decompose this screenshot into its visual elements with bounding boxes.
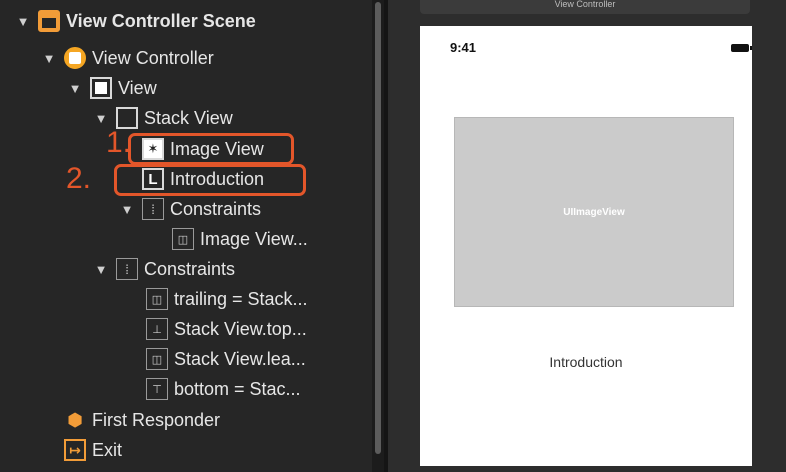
outline-row-label: View Controller bbox=[92, 48, 214, 68]
image-view-placeholder-text: UIImageView bbox=[563, 206, 625, 218]
scene-title: View Controller bbox=[554, 0, 616, 9]
outline-row-trailing-constraint[interactable]: ▼ ◫ trailing = Stack... bbox=[0, 284, 372, 314]
disclosure-triangle-icon[interactable]: ▼ bbox=[42, 51, 56, 66]
storyboard-canvas[interactable]: View Controller 9:41 UIImageView Introdu… bbox=[388, 0, 786, 472]
constraint-icon: ◫ bbox=[146, 288, 168, 310]
outline-row-view-controller-scene[interactable]: ▼ View Controller Scene bbox=[0, 6, 372, 36]
document-outline: ▼ View Controller Scene ▼ View Controlle… bbox=[0, 0, 372, 472]
disclosure-triangle-icon[interactable]: ▼ bbox=[120, 202, 134, 217]
outline-row-label: Constraints bbox=[170, 199, 262, 219]
constraints-icon: ⁞ bbox=[116, 258, 138, 280]
constraint-icon: ◫ bbox=[172, 228, 194, 250]
disclosure-triangle-icon[interactable]: ▼ bbox=[94, 111, 108, 126]
outline-row-first-responder[interactable]: ▼ ⬢ First Responder bbox=[0, 405, 372, 435]
outline-row-label: Stack View bbox=[144, 108, 233, 128]
annotation-number-2: 2. bbox=[66, 162, 92, 195]
disclosure-triangle-icon[interactable]: ▼ bbox=[68, 81, 82, 96]
view-controller-icon bbox=[64, 47, 86, 69]
view-icon bbox=[90, 77, 112, 99]
introduction-label[interactable]: Introduction bbox=[420, 354, 752, 370]
outline-row-view-controller[interactable]: ▼ View Controller bbox=[0, 43, 372, 73]
outline-row-label: Stack View.lea... bbox=[174, 349, 306, 369]
outline-row-label: First Responder bbox=[92, 410, 221, 430]
scene-icon bbox=[38, 10, 60, 32]
outline-row-label: Image View... bbox=[200, 229, 308, 249]
outline-row-label: Stack View.top... bbox=[174, 319, 307, 339]
battery-icon bbox=[731, 44, 752, 52]
outline-row-exit[interactable]: ▼ ↦ Exit bbox=[0, 435, 372, 465]
outline-row-view-constraints[interactable]: ▼ ⁞ Constraints bbox=[0, 254, 372, 284]
outline-row-label: Constraints bbox=[144, 259, 236, 279]
outline-row-view[interactable]: ▼ View bbox=[0, 73, 372, 103]
first-responder-icon: ⬢ bbox=[67, 409, 83, 430]
outline-row-label: View bbox=[118, 78, 157, 98]
device-screen[interactable]: 9:41 UIImageView Introduction bbox=[420, 26, 752, 466]
scrollbar-thumb[interactable] bbox=[375, 2, 381, 454]
outline-row-label: View Controller Scene bbox=[66, 11, 256, 31]
annotation-highlight-image-view bbox=[128, 133, 294, 165]
outline-row-stack-view[interactable]: ▼ Stack View bbox=[0, 103, 372, 133]
constraint-icon: ⊥ bbox=[146, 318, 168, 340]
outline-row-stack-constraints[interactable]: ▼ ⁞ Constraints bbox=[0, 194, 372, 224]
status-bar-time: 9:41 bbox=[450, 40, 477, 55]
annotation-highlight-introduction bbox=[114, 164, 306, 196]
constraint-icon: ◫ bbox=[146, 348, 168, 370]
scene-title-bar[interactable]: View Controller bbox=[420, 0, 750, 14]
outline-row-label: bottom = Stac... bbox=[174, 379, 301, 399]
outline-row-leading-constraint[interactable]: ▼ ◫ Stack View.lea... bbox=[0, 344, 372, 374]
outline-scrollbar[interactable] bbox=[372, 0, 384, 472]
disclosure-triangle-icon[interactable]: ▼ bbox=[94, 262, 108, 277]
exit-icon: ↦ bbox=[64, 439, 86, 461]
disclosure-triangle-icon[interactable]: ▼ bbox=[16, 14, 30, 29]
image-view[interactable]: UIImageView bbox=[454, 117, 734, 307]
outline-row-bottom-constraint[interactable]: ▼ ⊤ bottom = Stac... bbox=[0, 374, 372, 404]
constraint-icon: ⊤ bbox=[146, 378, 168, 400]
outline-row-label: trailing = Stack... bbox=[174, 289, 308, 309]
outline-row-top-constraint[interactable]: ▼ ⊥ Stack View.top... bbox=[0, 314, 372, 344]
outline-row-image-view-constraint[interactable]: ▼ ◫ Image View... bbox=[0, 224, 372, 254]
outline-row-label: Exit bbox=[92, 440, 123, 460]
constraints-icon: ⁞ bbox=[142, 198, 164, 220]
